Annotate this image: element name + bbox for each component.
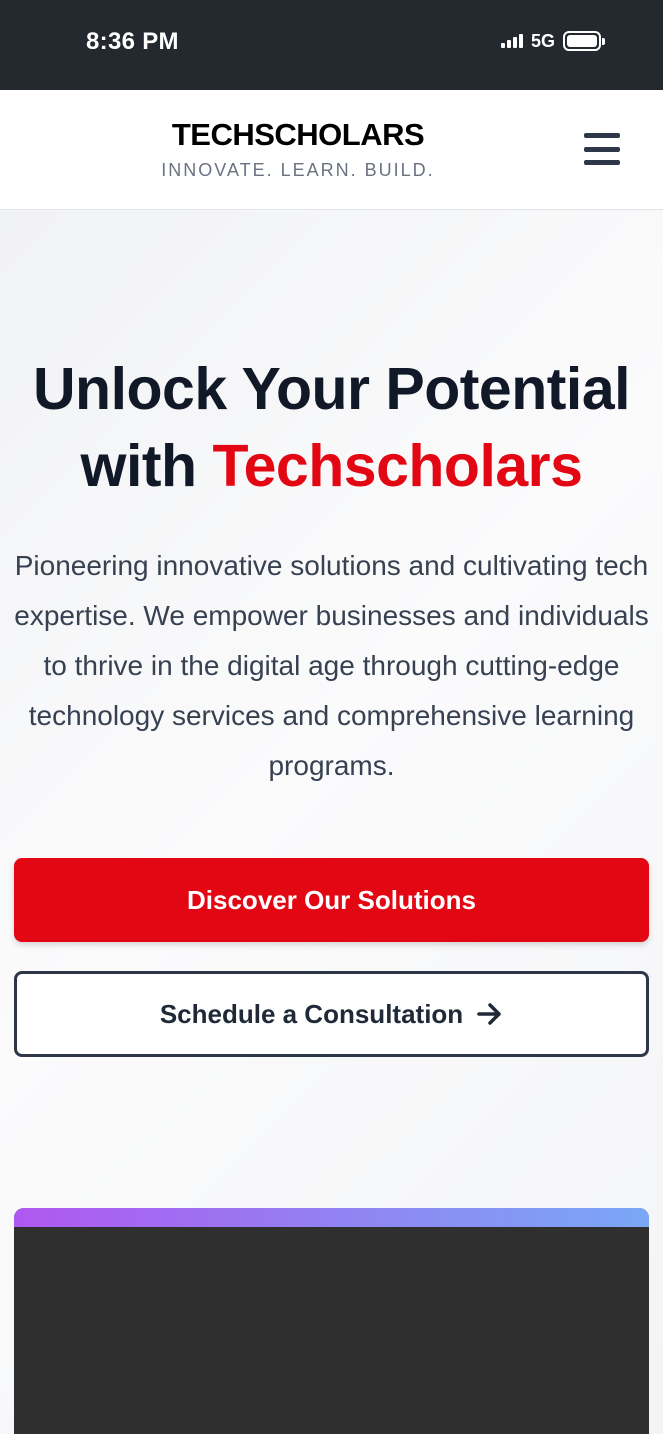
status-bar: 8:36 PM 5G [0, 0, 663, 90]
hero-title-with: with [80, 433, 197, 499]
arrow-right-icon [477, 1003, 503, 1025]
schedule-consultation-button[interactable]: Schedule a Consultation [14, 971, 649, 1057]
media-gradient-bar [14, 1208, 649, 1227]
hero-title-line1: Unlock Your Potential [32, 356, 631, 422]
battery-icon [563, 31, 605, 51]
hamburger-menu-icon[interactable] [584, 133, 620, 165]
status-indicators: 5G [500, 30, 605, 52]
hero-section: Unlock Your Potential with Techscholars … [0, 211, 663, 1434]
hero-description: Pioneering innovative solutions and cult… [14, 550, 649, 781]
media-preview-card [14, 1208, 649, 1434]
status-time: 8:36 PM [86, 28, 179, 55]
signal-icon [500, 34, 523, 48]
brand-logo[interactable]: TECHSCHOLARS INNOVATE. LEARN. BUILD. [0, 116, 596, 181]
site-header: TECHSCHOLARS INNOVATE. LEARN. BUILD. [0, 90, 663, 210]
brand-name: TECHSCHOLARS [171, 117, 425, 152]
schedule-consultation-label: Schedule a Consultation [159, 998, 464, 1029]
discover-solutions-button[interactable]: Discover Our Solutions [14, 858, 649, 942]
network-type: 5G [530, 30, 555, 51]
discover-solutions-label: Discover Our Solutions [187, 884, 476, 915]
hero-title-accent: Techscholars [212, 433, 583, 499]
hero-title: Unlock Your Potential with Techscholars [0, 351, 663, 505]
brand-tagline: INNOVATE. LEARN. BUILD. [161, 160, 435, 180]
